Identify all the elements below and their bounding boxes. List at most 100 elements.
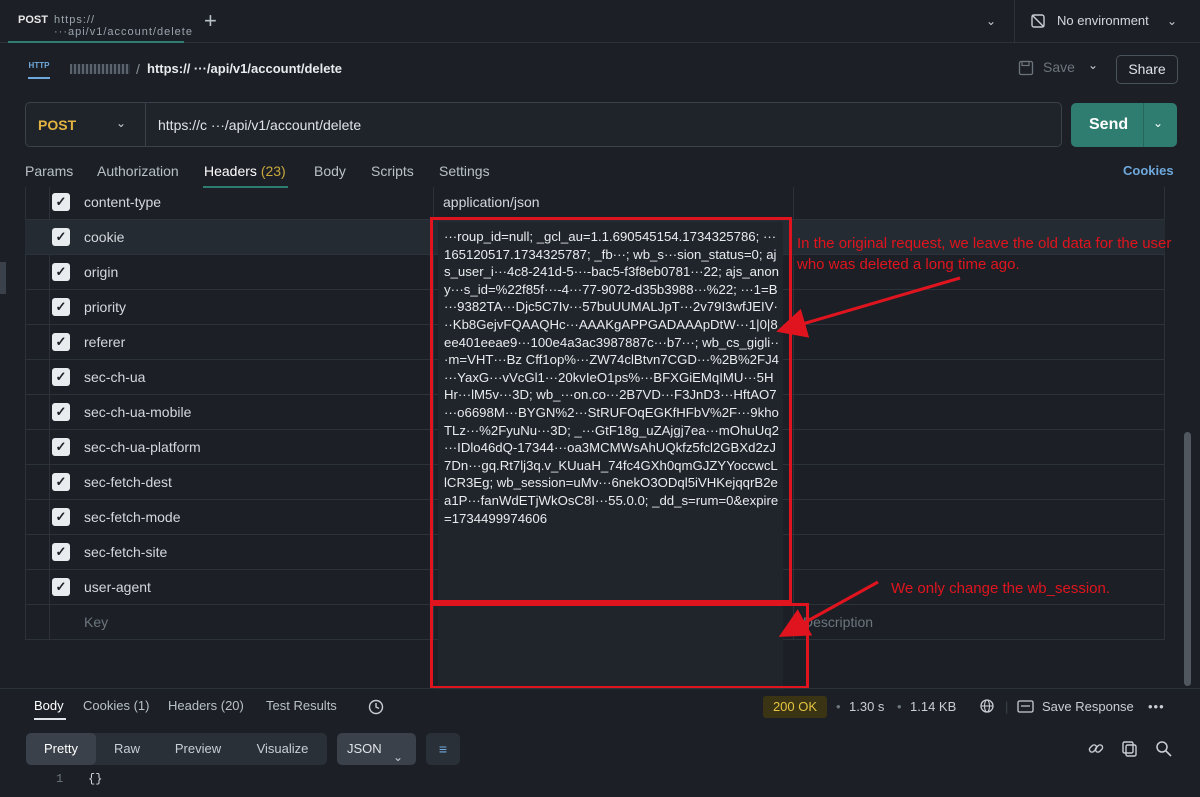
send-label: Send	[1089, 116, 1129, 133]
separator-dot: •	[836, 699, 841, 714]
environment-selector[interactable]: No environment ⌄	[1014, 0, 1200, 43]
method-select[interactable]: POST ⌄	[26, 103, 146, 146]
environment-label: No environment	[1057, 13, 1149, 28]
header-key[interactable]: cookie	[84, 229, 124, 245]
status-badge[interactable]: 200 OK	[763, 696, 827, 718]
send-button[interactable]: Send ⌄	[1071, 103, 1177, 147]
row-checkbox[interactable]: ✓	[52, 368, 70, 386]
header-value[interactable]: application/json	[443, 194, 540, 210]
cookies-link[interactable]: Cookies	[1123, 163, 1174, 178]
tab-params[interactable]: Params	[25, 163, 73, 179]
view-raw-button[interactable]: Raw	[96, 733, 158, 765]
view-visualize-button[interactable]: Visualize	[238, 733, 327, 765]
method-chevron-down-icon: ⌄	[116, 116, 127, 130]
response-tab-headers[interactable]: Headers (20)	[168, 698, 244, 713]
network-globe-icon[interactable]	[979, 698, 997, 716]
header-key[interactable]: sec-fetch-dest	[84, 474, 172, 490]
row-checkbox[interactable]: ✓	[52, 298, 70, 316]
annotation-top-text: In the original request, we leave the ol…	[797, 235, 1172, 273]
tabs-chevron-down-icon[interactable]: ⌄	[986, 14, 996, 28]
annotation-bottom-text: We only change the wb_session.	[891, 580, 1111, 597]
link-icon[interactable]	[1087, 740, 1105, 758]
header-key[interactable]: sec-ch-ua	[84, 369, 145, 385]
row-checkbox[interactable]: ✓	[52, 543, 70, 561]
response-body-code[interactable]: {}	[88, 772, 102, 786]
tab-headers[interactable]: Headers (23)	[204, 163, 286, 179]
tab-authorization[interactable]: Authorization	[97, 163, 179, 179]
header-key[interactable]: sec-ch-ua-mobile	[84, 404, 191, 420]
new-key-input[interactable]: Key	[84, 614, 108, 630]
new-tab-plus-icon[interactable]: +	[204, 8, 217, 34]
row-checkbox[interactable]: ✓	[52, 263, 70, 281]
method-label: POST	[38, 117, 77, 133]
breadcrumb-separator: /	[136, 61, 140, 77]
http-icon: HTTP	[28, 61, 50, 79]
header-key[interactable]: priority	[84, 299, 126, 315]
wrap-lines-icon[interactable]: ≡	[426, 733, 460, 765]
env-chevron-down-icon: ⌄	[1167, 14, 1178, 28]
annotation-box-session	[430, 603, 809, 689]
search-icon[interactable]	[1155, 740, 1173, 758]
line-number: 1	[56, 772, 64, 786]
format-label: JSON	[347, 741, 382, 756]
header-key[interactable]: sec-fetch-site	[84, 544, 167, 560]
save-chevron-down-icon[interactable]: ⌄	[1088, 58, 1098, 72]
response-size[interactable]: 1.14 KB	[910, 699, 956, 714]
response-time[interactable]: 1.30 s	[849, 699, 884, 714]
more-options-icon[interactable]: •••	[1148, 699, 1165, 714]
header-key[interactable]: origin	[84, 264, 118, 280]
tab-method-label: POST	[18, 14, 48, 26]
annotation-box-original	[430, 217, 792, 603]
header-key[interactable]: referer	[84, 334, 125, 350]
table-row: ✓ content-type application/json	[25, 185, 1165, 220]
tab-scripts[interactable]: Scripts	[371, 163, 414, 179]
row-checkbox[interactable]: ✓	[52, 438, 70, 456]
save-label: Save	[1043, 59, 1075, 75]
request-tab-bar: POST https://···api/v1/account/delete + …	[0, 0, 1200, 43]
header-key[interactable]: content-type	[84, 194, 161, 210]
tab-headers-label: Headers	[204, 163, 257, 179]
url-bar: POST ⌄ https://c ···/api/v1/account/dele…	[25, 102, 1062, 147]
tab-name-label: https://···api/v1/account/delete	[54, 14, 193, 38]
copy-icon[interactable]	[1121, 740, 1139, 758]
header-key[interactable]: user-agent	[84, 579, 151, 595]
breadcrumb-collection[interactable]	[70, 64, 130, 74]
save-response-button[interactable]: Save Response	[1042, 699, 1134, 714]
history-icon[interactable]	[367, 698, 385, 716]
row-checkbox[interactable]: ✓	[52, 193, 70, 211]
share-button[interactable]: Share	[1116, 55, 1178, 84]
save-icon	[1018, 60, 1034, 76]
no-environment-icon	[1031, 14, 1045, 28]
request-tab[interactable]: POST https://···api/v1/account/delete	[8, 0, 192, 43]
sidebar-scrollbar[interactable]	[0, 262, 6, 294]
row-checkbox[interactable]: ✓	[52, 403, 70, 421]
view-mode-group: Pretty Raw Preview Visualize	[26, 733, 327, 765]
tab-settings[interactable]: Settings	[439, 163, 490, 179]
separator-bar: |	[1005, 699, 1009, 714]
row-checkbox[interactable]: ✓	[52, 228, 70, 246]
row-checkbox[interactable]: ✓	[52, 578, 70, 596]
response-tab-cookies[interactable]: Cookies (1)	[83, 698, 149, 713]
format-select[interactable]: JSON ⌄	[337, 733, 416, 765]
headers-count-badge: (23)	[260, 163, 286, 179]
send-divider	[1143, 103, 1144, 147]
tab-body[interactable]: Body	[314, 163, 346, 179]
save-response-icon	[1017, 700, 1034, 713]
header-key[interactable]: sec-ch-ua-platform	[84, 439, 201, 455]
row-checkbox[interactable]: ✓	[52, 333, 70, 351]
url-input[interactable]: https://c ···/api/v1/account/delete	[158, 117, 361, 133]
view-preview-button[interactable]: Preview	[158, 733, 238, 765]
format-chevron-down-icon: ⌄	[393, 750, 404, 764]
response-active-tab-indicator	[34, 718, 66, 720]
breadcrumb-request-name[interactable]: https:// ···/api/v1/account/delete	[147, 61, 342, 76]
send-chevron-down-icon[interactable]: ⌄	[1153, 116, 1163, 130]
header-key[interactable]: sec-fetch-mode	[84, 509, 180, 525]
row-checkbox[interactable]: ✓	[52, 508, 70, 526]
view-pretty-button[interactable]: Pretty	[26, 733, 96, 765]
row-checkbox[interactable]: ✓	[52, 473, 70, 491]
response-tab-test-results[interactable]: Test Results	[266, 698, 337, 713]
response-divider	[0, 688, 1200, 689]
response-tab-body[interactable]: Body	[34, 698, 64, 713]
separator-dot: •	[897, 699, 902, 714]
headers-scrollbar[interactable]	[1184, 432, 1191, 686]
